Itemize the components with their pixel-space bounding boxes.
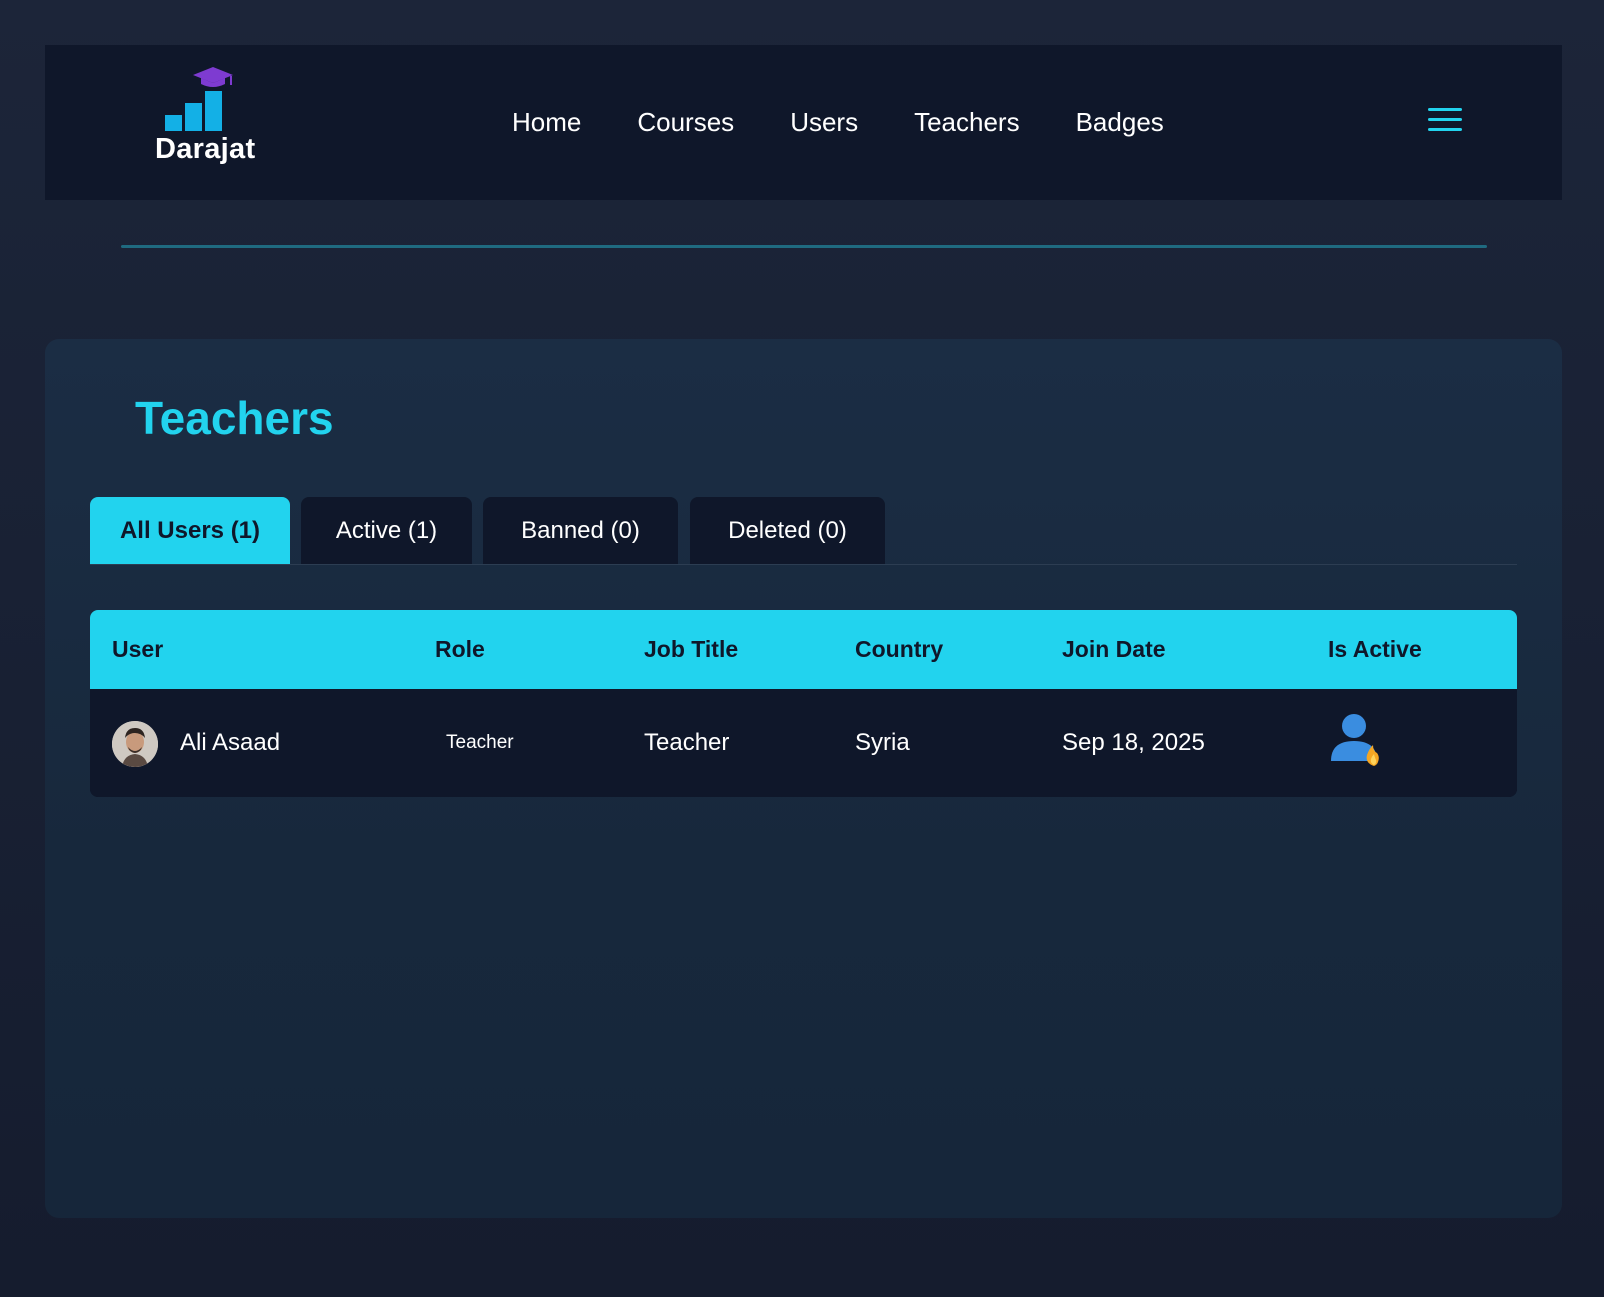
header-divider [121,245,1487,248]
top-navbar: Darajat Home Courses Users Teachers Badg… [45,45,1562,200]
teachers-panel: Teachers All Users (1) Active (1) Banned… [45,339,1562,1218]
column-header-join-date[interactable]: Join Date [1062,610,1166,689]
active-user-icon[interactable] [1329,711,1389,771]
tab-deleted[interactable]: Deleted (0) [690,497,885,564]
nav-link-users[interactable]: Users [790,107,858,138]
nav-link-teachers[interactable]: Teachers [914,107,1020,138]
table-row[interactable]: Ali Asaad Teacher Teacher Syria Sep 18, … [90,689,1517,797]
cell-user-name[interactable]: Ali Asaad [180,689,280,797]
column-header-role[interactable]: Role [435,610,485,689]
main-nav: Home Courses Users Teachers Badges [512,45,1220,200]
tab-all-users[interactable]: All Users (1) [90,497,290,564]
nav-link-courses[interactable]: Courses [637,107,734,138]
page-title: Teachers [135,392,334,444]
nav-link-home[interactable]: Home [512,107,581,138]
cell-country: Syria [855,729,910,756]
brand-name: Darajat [155,133,256,165]
column-header-job-title[interactable]: Job Title [644,610,738,689]
table-header: User Role Job Title Country Join Date Is… [90,610,1517,689]
cell-role: Teacher [446,732,514,753]
tab-banned[interactable]: Banned (0) [483,497,678,564]
brand-logo[interactable]: Darajat [155,67,275,177]
nav-link-badges[interactable]: Badges [1076,107,1164,138]
user-filter-tabs: All Users (1) Active (1) Banned (0) Dele… [90,497,1517,565]
cell-job-title: Teacher [644,729,730,756]
cell-join-date: Sep 18, 2025 [1062,729,1205,756]
teachers-table: User Role Job Title Country Join Date Is… [90,610,1517,797]
column-header-country[interactable]: Country [855,610,943,689]
tab-active[interactable]: Active (1) [301,497,472,564]
logo-graduation-bars-icon [165,67,233,131]
avatar [112,721,158,767]
hamburger-menu-icon[interactable] [1428,108,1462,135]
column-header-is-active[interactable]: Is Active [1328,610,1422,689]
column-header-user[interactable]: User [112,610,163,689]
